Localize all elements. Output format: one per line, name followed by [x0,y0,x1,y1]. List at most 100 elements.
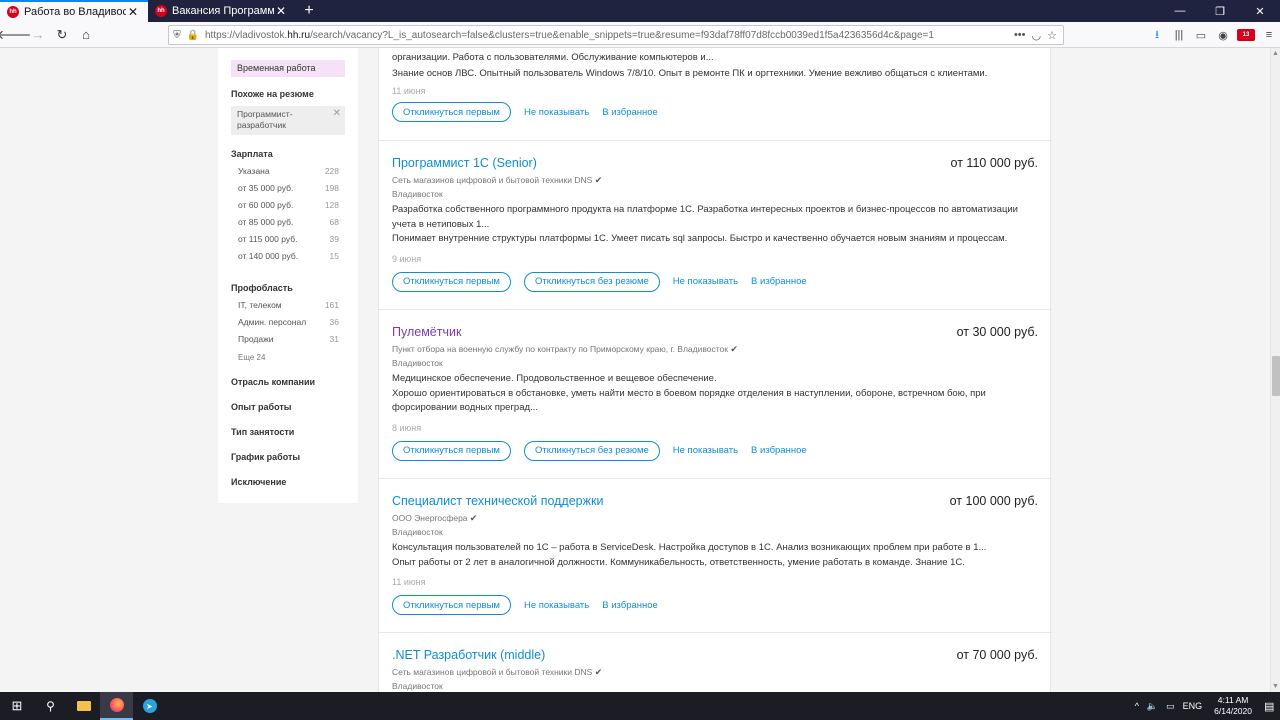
vacancy-date: 11 июня [392,86,426,96]
account-icon[interactable]: ◉ [1212,24,1234,46]
system-tray: ^ 🔈 ▭ ENG 4:11 AM 6/14/2020 ▤ [1131,692,1280,720]
vacancy-title-link[interactable]: Программист 1С (Senior) [392,156,537,170]
vacancy-title-link[interactable]: Пулемётчик [392,325,461,339]
scroll-up-icon[interactable]: ▲ [1272,50,1279,57]
menu-icon[interactable]: ≡ [1258,24,1280,46]
hide-link[interactable]: Не показывать [524,600,589,611]
file-explorer-icon[interactable] [67,692,100,720]
new-tab-button[interactable]: + [296,0,322,22]
vacancy-title-link[interactable]: Специалист технической поддержки [392,494,603,508]
close-icon[interactable]: ✕ [274,4,288,18]
respond-first-button[interactable]: Откликнуться первым [392,271,511,292]
salary-facet: Указана 228 от 35 000 руб. 198 от 60 000 р… [231,166,346,268]
taskbar: ⊞ ⚲ ➤ ^ 🔈 ▭ ENG 4:11 AM 6/14/2020 ▤ [0,692,1280,720]
filter-chip-temporary[interactable]: Временная работа [231,60,345,77]
facet-item[interactable]: Продажи 31 [231,334,346,351]
notification-icon[interactable]: ▤ [1260,700,1280,713]
tray-chevron-icon[interactable]: ^ [1131,701,1143,711]
filter-experience[interactable]: Опыт работы [231,402,346,412]
vacancy-company-link[interactable]: Пункт отбора на военную службу по контра… [392,344,728,354]
tab-vacancy[interactable]: hh Вакансия Программист C# в ✕ [148,0,296,22]
facet-item[interactable]: от 85 000 руб. 68 [231,217,346,234]
facet-more-link[interactable]: Еще 24 [231,353,346,362]
favorite-link[interactable]: В избранное [751,445,807,456]
vacancy-city: Владивосток [392,527,443,537]
salary-heading: Зарплата [231,149,273,159]
shield-icon[interactable]: ⛨ [169,30,185,41]
tab-title: Работа во Владивостоке, поис [24,6,126,18]
network-icon[interactable]: ▭ [1162,701,1179,712]
hide-link[interactable]: Не показывать [673,276,738,287]
clock[interactable]: 4:11 AM 6/14/2020 [1206,695,1260,717]
hh-favicon-icon: hh [155,5,167,17]
respond-first-button[interactable]: Откликнуться первым [392,102,511,122]
vacancy-requirement: Хорошо ориентироваться в обстановке, уме… [392,387,986,414]
respond-without-resume-button[interactable]: Откликнуться без резюме [523,440,660,461]
vacancy-responsibility: Консультация пользователей по 1С – работ… [392,542,987,553]
filter-employment[interactable]: Тип занятости [231,427,346,437]
vacancy-card: Специалист технической поддержки от 100 … [379,479,1052,633]
url-bar[interactable]: ⛨ 🔒 https://vladivostok.hh.ru/search/vac… [168,25,1064,45]
telegram-icon[interactable]: ➤ [133,692,166,720]
more-icon[interactable]: ••• [1014,29,1026,42]
favorite-link[interactable]: В избранное [602,107,658,118]
vacancy-requirement: Опыт работы от 2 лет в аналогичной должн… [392,556,965,568]
minimize-icon[interactable]: — [1160,0,1200,22]
facet-item[interactable]: Админ. персонал 36 [231,317,346,334]
filter-chip-similar-resume[interactable]: Программист- разработчик ✕ [231,106,345,135]
vacancy-title-link[interactable]: .NET Разработчик (middle) [392,648,545,662]
back-icon[interactable]: 🡐 [0,23,31,47]
filter-exclusion[interactable]: Исключение [231,477,346,487]
close-window-icon[interactable]: ✕ [1240,0,1280,22]
pocket-icon[interactable]: ◡ [1032,29,1042,42]
scrollbar-thumb[interactable] [1272,356,1280,396]
filter-schedule[interactable]: График работы [231,452,346,462]
filter-industry[interactable]: Отрасль компании [231,377,346,387]
close-icon[interactable]: ✕ [333,108,341,119]
sidebar-icon[interactable]: ▭ [1190,24,1212,46]
download-icon[interactable]: ⭳ [1146,24,1168,46]
vacancy-company-link[interactable]: Сеть магазинов цифровой и бытовой техник… [392,667,592,677]
vacancy-salary: от 70 000 руб. [956,648,1038,662]
facet-item[interactable]: IT, телеком 161 [231,300,346,317]
search-icon[interactable]: ⚲ [34,692,67,720]
volume-icon[interactable]: 🔈 [1143,701,1162,712]
respond-first-button[interactable]: Откликнуться первым [392,595,511,615]
verified-check-icon: ✔ [730,344,738,354]
facet-item[interactable]: Указана 228 [231,166,346,183]
vacancy-company-link[interactable]: ООО Энергосфера [392,513,468,523]
verified-check-icon: ✔ [469,513,478,523]
url-text[interactable]: https://vladivostok.hh.ru/search/vacancy… [201,30,1014,41]
vacancy-company-link[interactable]: Сеть магазинов цифровой и бытовой техник… [392,175,592,185]
hide-link[interactable]: Не показывать [524,107,589,118]
favorite-link[interactable]: В избранное [602,600,658,611]
profarea-facet: IT, телеком 161 Админ. персонал 36 Продажи… [231,300,346,362]
adblock-icon[interactable]: 13 [1237,29,1255,41]
close-icon[interactable]: ✕ [126,5,140,19]
scroll-down-icon[interactable]: ▼ [1272,683,1279,690]
hide-link[interactable]: Не показывать [673,445,738,456]
page-scrollbar[interactable]: ▲ ▼ [1270,48,1280,692]
facet-item[interactable]: от 115 000 руб. 39 [231,234,346,251]
keyboard-language[interactable]: ENG [1179,701,1207,711]
restore-icon[interactable]: ❐ [1200,0,1240,22]
home-icon[interactable]: ⌂ [74,23,98,47]
facet-item[interactable]: от 140 000 руб. 15 [231,251,346,268]
vacancy-responsibility: организации. Работа с пользователями. Об… [392,52,714,63]
bookmark-star-icon[interactable]: ☆ [1047,29,1057,42]
facet-item[interactable]: от 35 000 руб. 198 [231,183,346,200]
facet-item[interactable]: от 60 000 руб. 128 [231,200,346,217]
tab-search-results[interactable]: hh Работа во Владивостоке, поис ✕ [0,0,148,22]
windows-start-icon[interactable]: ⊞ [0,692,34,720]
reload-icon[interactable]: ↻ [50,23,74,47]
vacancy-card: Пулемётчик от 30 000 руб. Пункт отбора н… [379,310,1052,479]
vacancy-card: .NET Разработчик (middle) от 70 000 руб.… [379,633,1052,692]
favorite-link[interactable]: В избранное [751,276,807,287]
respond-without-resume-button[interactable]: Откликнуться без резюме [523,271,660,292]
lock-icon[interactable]: 🔒 [185,30,201,41]
tab-title: Вакансия Программист C# в [172,5,274,17]
firefox-icon[interactable] [100,692,133,720]
respond-first-button[interactable]: Откликнуться первым [392,440,511,461]
library-icon[interactable]: ||| [1168,24,1190,46]
forward-icon[interactable]: → [26,23,50,47]
